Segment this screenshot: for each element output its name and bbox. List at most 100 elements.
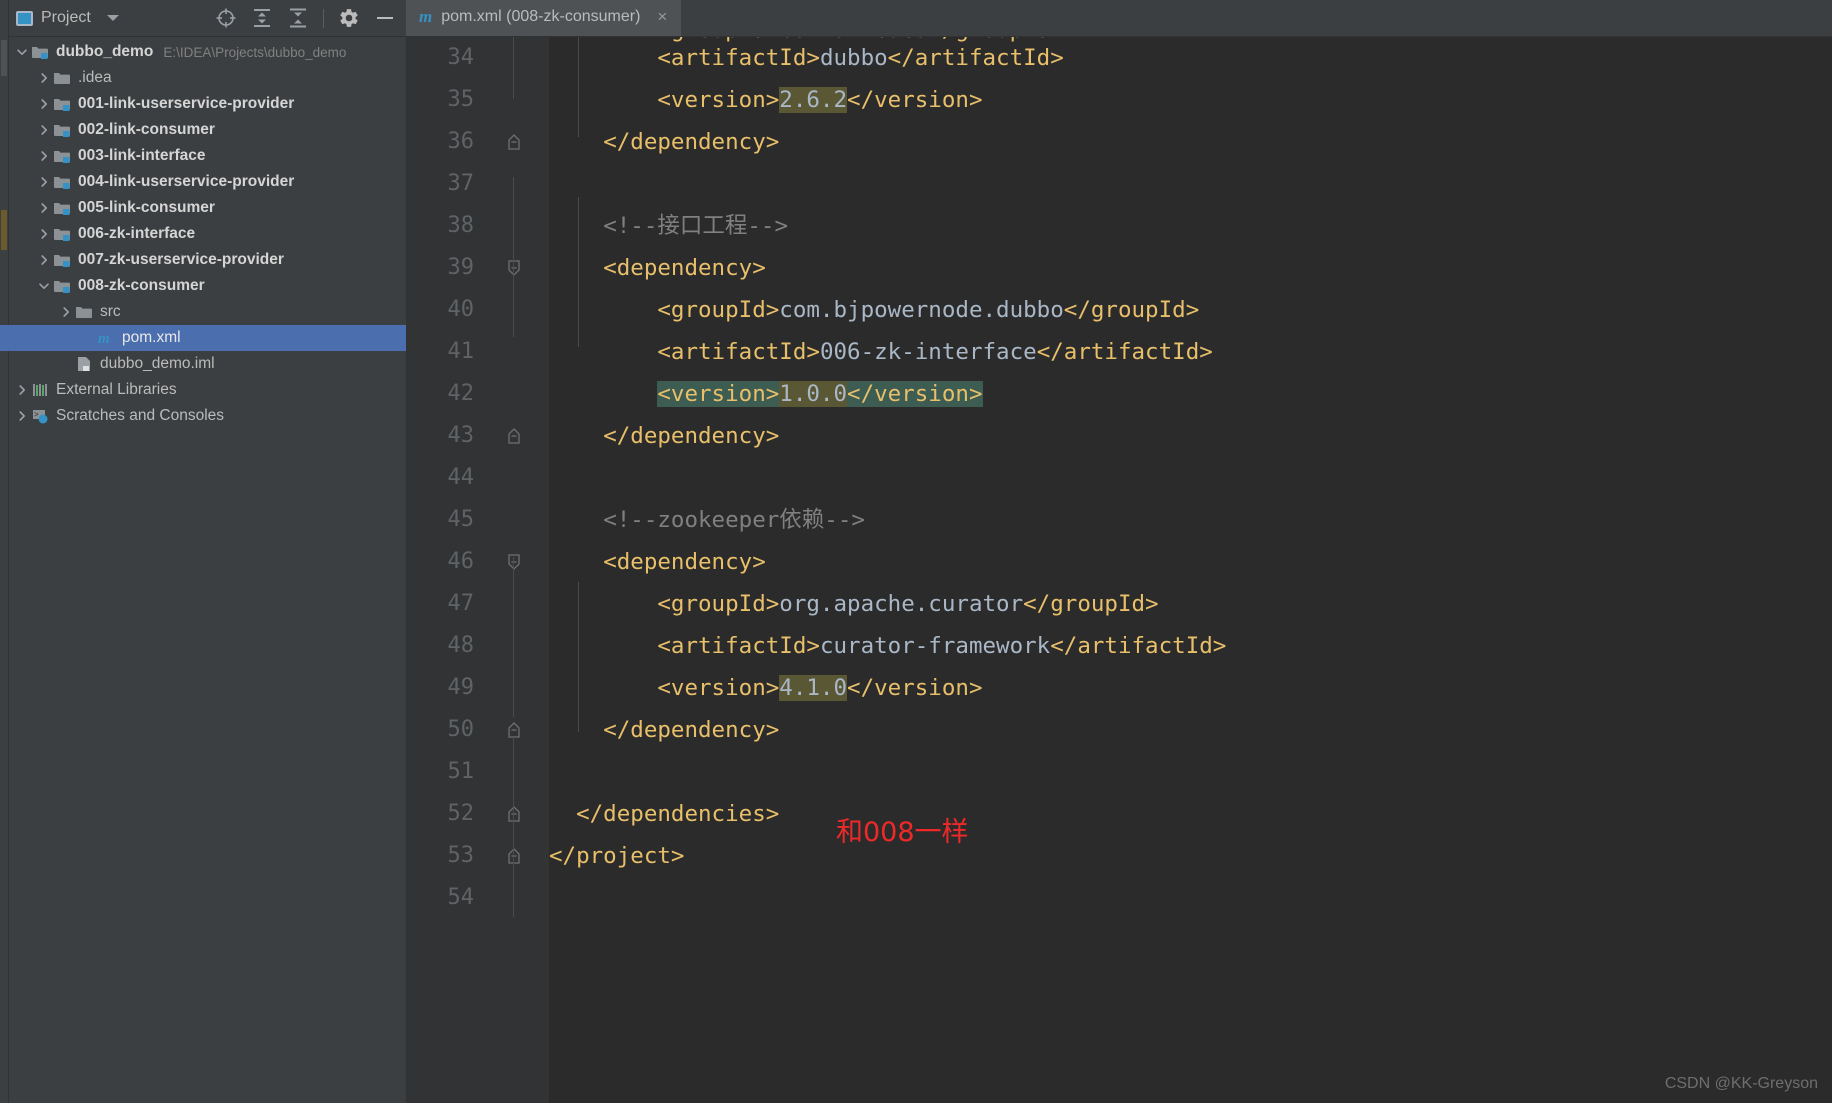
- code-token: <artifactId>: [657, 339, 820, 365]
- tree-item-dubbo-demo-iml[interactable]: dubbo_demo.iml: [0, 351, 406, 377]
- code-token: </dependencies>: [576, 801, 780, 827]
- fold-end-icon[interactable]: [506, 131, 522, 158]
- code-line[interactable]: <artifactId>dubbo</artifactId>: [549, 37, 1832, 79]
- code-line[interactable]: <version>2.6.2</version>: [549, 79, 1832, 121]
- tree-item-dubbo-demo[interactable]: dubbo_demo E:\IDEA\Projects\dubbo_demo: [0, 39, 406, 65]
- tree-item-005-link-consumer[interactable]: 005-link-consumer: [0, 195, 406, 221]
- chevron-right-icon[interactable]: [36, 91, 52, 117]
- code-line[interactable]: </dependencies>: [549, 793, 1832, 835]
- code-token: <!--接口工程-->: [603, 213, 789, 239]
- tree-item-008-zk-consumer[interactable]: 008-zk-consumer: [0, 273, 406, 299]
- project-icon: [16, 10, 33, 26]
- tree-item-pom-xml[interactable]: m pom.xml: [0, 325, 406, 351]
- hide-window-icon[interactable]: [374, 7, 396, 29]
- chevron-down-icon[interactable]: [36, 273, 52, 299]
- tree-item-001-link-userservice-provider[interactable]: 001-link-userservice-provider: [0, 91, 406, 117]
- code-line[interactable]: </dependency>: [549, 709, 1832, 751]
- chevron-right-icon[interactable]: [36, 65, 52, 91]
- tree-item-004-link-userservice-provider[interactable]: 004-link-userservice-provider: [0, 169, 406, 195]
- fold-end-icon[interactable]: [506, 425, 522, 452]
- chevron-right-icon[interactable]: [36, 169, 52, 195]
- code-token: </artifactId>: [1050, 633, 1227, 659]
- tree-item-006-zk-interface[interactable]: 006-zk-interface: [0, 221, 406, 247]
- code-line[interactable]: [549, 877, 1832, 919]
- code-token: </dependency>: [603, 423, 780, 449]
- code-line[interactable]: </project>: [549, 835, 1832, 877]
- fold-end-icon[interactable]: [506, 845, 522, 872]
- expand-all-icon[interactable]: [251, 7, 273, 29]
- line-number: 45: [447, 507, 475, 532]
- tree-item-007-zk-userservice-provider[interactable]: 007-zk-userservice-provider: [0, 247, 406, 273]
- code-line[interactable]: <version>1.0.0</version>: [549, 373, 1832, 415]
- chevron-right-icon[interactable]: [58, 299, 74, 325]
- chevron-down-icon[interactable]: [106, 15, 119, 21]
- chevron-right-icon[interactable]: [36, 247, 52, 273]
- code-line[interactable]: </dependency>: [549, 415, 1832, 457]
- code-line[interactable]: <dependency>: [549, 247, 1832, 289]
- code-line[interactable]: <!--zookeeper依赖-->: [549, 499, 1832, 541]
- code-area[interactable]: <groupId>com.alibaba</groupId> <artifact…: [549, 17, 1832, 1103]
- tree-item-scratches-and-consoles[interactable]: > Scratches and Consoles: [0, 403, 406, 429]
- tree-item-label: 001-link-userservice-provider: [78, 95, 295, 112]
- gear-icon[interactable]: [338, 7, 360, 29]
- tree-item--idea[interactable]: .idea: [0, 65, 406, 91]
- project-selector[interactable]: Project: [16, 9, 119, 27]
- tree-item-label: External Libraries: [56, 381, 177, 398]
- line-number: 41: [447, 339, 475, 364]
- editor-pane: m pom.xml (008-zk-consumer) × 34 35 36 37 38…: [406, 0, 1832, 1103]
- chevron-down-icon[interactable]: [14, 39, 30, 65]
- locate-icon[interactable]: [215, 7, 237, 29]
- code-token: </artifactId>: [887, 45, 1064, 71]
- code-line[interactable]: <groupId>com.bjpowernode.dubbo</groupId>: [549, 289, 1832, 331]
- tree-item-label: 006-zk-interface: [78, 225, 196, 242]
- line-number: 47: [447, 591, 475, 616]
- fold-end-icon[interactable]: [506, 719, 522, 746]
- fold-collapse-icon[interactable]: [506, 257, 522, 284]
- tab-label: pom.xml (008-zk-consumer): [441, 8, 641, 25]
- chevron-right-icon[interactable]: [36, 221, 52, 247]
- tree-item-label: dubbo_demo.iml: [100, 355, 215, 372]
- fold-collapse-icon[interactable]: [506, 551, 522, 578]
- code-line[interactable]: [549, 457, 1832, 499]
- chevron-right-icon[interactable]: [14, 403, 30, 429]
- fold-end-icon[interactable]: [506, 803, 522, 830]
- tree-item-label: 005-link-consumer: [78, 199, 215, 216]
- code-token: <dependency>: [603, 255, 766, 281]
- tree-item-external-libraries[interactable]: External Libraries: [0, 377, 406, 403]
- code-line[interactable]: </dependency>: [549, 121, 1832, 163]
- code-line[interactable]: <artifactId>curator-framework</artifactI…: [549, 625, 1832, 667]
- code-line[interactable]: <!--接口工程-->: [549, 205, 1832, 247]
- code-line[interactable]: [549, 751, 1832, 793]
- line-number: 38: [447, 213, 475, 238]
- module-folder-icon: [52, 96, 72, 112]
- code-token-highlighted: 4.1.0: [779, 675, 848, 701]
- collapse-all-icon[interactable]: [287, 7, 309, 29]
- chevron-right-icon[interactable]: [36, 195, 52, 221]
- chevron-right-icon[interactable]: [14, 377, 30, 403]
- tree-arrow-placeholder: [58, 351, 74, 377]
- project-tree[interactable]: dubbo_demo E:\IDEA\Projects\dubbo_demo .id…: [0, 37, 406, 1103]
- editor-body[interactable]: 34 35 36 37 38 39 40 41 42 43 44 45 46 47 48 49 50 51 52 53…: [406, 17, 1832, 1103]
- tree-item-path: E:\IDEA\Projects\dubbo_demo: [163, 44, 347, 60]
- code-token: </dependency>: [603, 717, 780, 743]
- code-line[interactable]: <groupId>org.apache.curator</groupId>: [549, 583, 1832, 625]
- code-line[interactable]: <artifactId>006-zk-interface</artifactId…: [549, 331, 1832, 373]
- code-line[interactable]: <dependency>: [549, 541, 1832, 583]
- tab-pom-xml[interactable]: m pom.xml (008-zk-consumer) ×: [406, 0, 682, 36]
- line-number: 42: [447, 381, 475, 406]
- tree-item-003-link-interface[interactable]: 003-link-interface: [0, 143, 406, 169]
- code-line[interactable]: <version>4.1.0</version>: [549, 667, 1832, 709]
- editor-gutter[interactable]: 34 35 36 37 38 39 40 41 42 43 44 45 46 47 48 49 50 51 52 53…: [406, 37, 549, 1103]
- libraries-icon: [30, 382, 50, 398]
- tree-item-src[interactable]: src: [0, 299, 406, 325]
- tree-item-002-link-consumer[interactable]: 002-link-consumer: [0, 117, 406, 143]
- close-icon[interactable]: ×: [657, 7, 667, 27]
- chevron-right-icon[interactable]: [36, 117, 52, 143]
- code-line[interactable]: [549, 163, 1832, 205]
- chevron-right-icon[interactable]: [36, 143, 52, 169]
- tree-item-label: 003-link-interface: [78, 147, 206, 164]
- code-token-highlighted: <version>: [657, 381, 780, 407]
- folder-icon: [52, 70, 72, 86]
